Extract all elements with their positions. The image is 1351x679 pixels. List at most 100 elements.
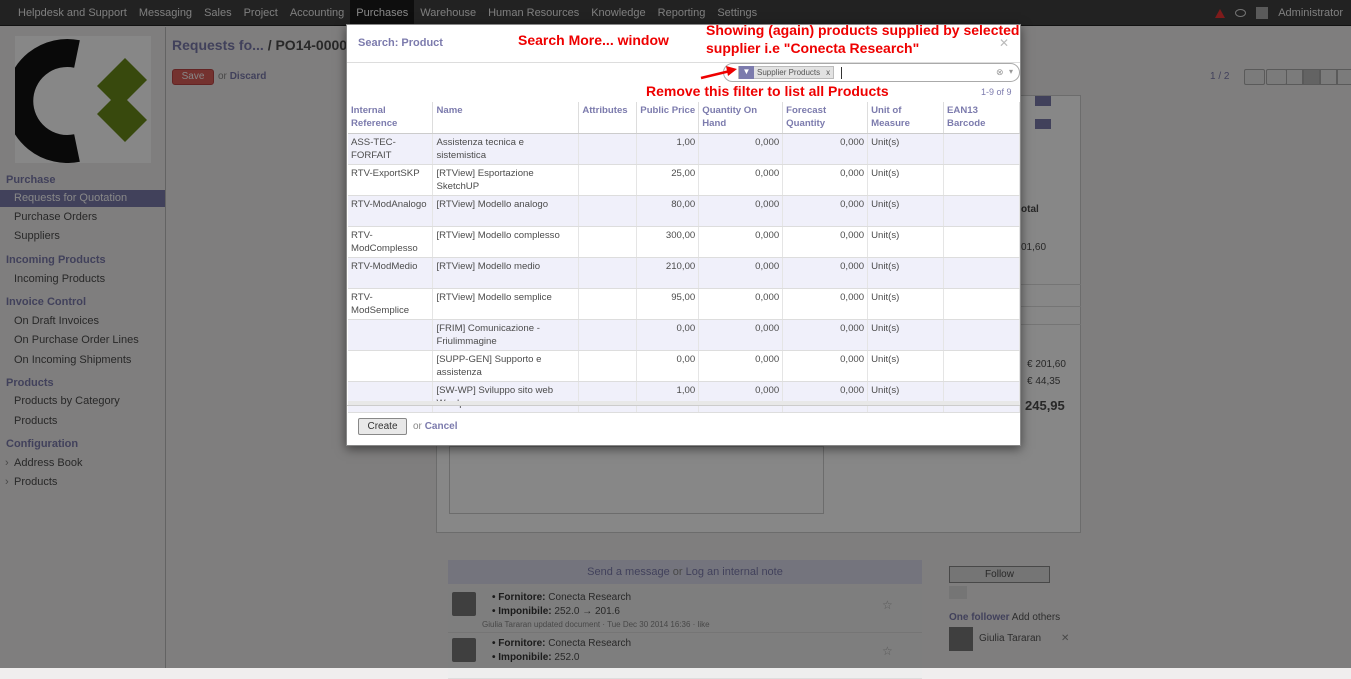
column-header[interactable]: EAN13 Barcode	[943, 102, 1020, 134]
cell-attributes	[578, 288, 638, 320]
table-row[interactable]: [SUPP-GEN] Supporto e assistenza 0,00 0,00…	[348, 350, 1020, 382]
cell-internal-reference	[348, 381, 434, 413]
cell-forecast-quantity: 0,000	[782, 288, 869, 320]
table-row[interactable]: RTV-ModAnalogo [RTView] Modello analogo 80…	[348, 195, 1020, 227]
create-button[interactable]: Create	[358, 418, 407, 435]
table-row[interactable]: RTV-ModSemplice [RTView] Modello semplice…	[348, 288, 1020, 320]
cancel-button[interactable]: Cancel	[425, 421, 458, 432]
search-options-icon[interactable]: ▾	[1009, 67, 1013, 76]
cell-internal-reference: RTV-ModComplesso	[348, 226, 434, 258]
cell-attributes	[578, 226, 638, 258]
table-row[interactable]: ASS-TEC-FORFAIT Assistenza tecnica e sist…	[348, 133, 1020, 165]
cell-quantity-on-hand: 0,000	[698, 350, 784, 382]
table-row[interactable]: RTV-ModComplesso [RTView] Modello comples…	[348, 226, 1020, 258]
cell-forecast-quantity: 0,000	[782, 350, 869, 382]
annotation-arrow-icon	[700, 66, 737, 80]
facet-remove-button[interactable]: x	[823, 68, 833, 77]
cell-internal-reference	[348, 319, 434, 351]
cell-unit-of-measure: Unit(s)	[867, 257, 945, 289]
cell-ean13-barcode	[943, 195, 1020, 227]
cell-public-price: 80,00	[636, 195, 700, 227]
cell-ean13-barcode	[943, 319, 1020, 351]
cell-name: [RTView] Modello semplice	[432, 288, 580, 320]
annotation-showing-line1: Showing (again) products supplied by sel…	[706, 22, 1020, 38]
cell-forecast-quantity: 0,000	[782, 133, 869, 165]
cell-quantity-on-hand: 0,000	[698, 226, 784, 258]
or-label: or	[413, 421, 422, 432]
cell-attributes	[578, 257, 638, 289]
annotation-remove-filter: Remove this filter to list all Products	[646, 83, 889, 99]
cell-public-price: 0,00	[636, 350, 700, 382]
table-header-row: Internal Reference Name Attributes Publi…	[348, 102, 1020, 134]
column-header[interactable]: Public Price	[636, 102, 700, 134]
cell-ean13-barcode	[943, 350, 1020, 382]
cell-unit-of-measure: Unit(s)	[867, 319, 945, 351]
cell-forecast-quantity: 0,000	[782, 226, 869, 258]
cell-ean13-barcode	[943, 133, 1020, 165]
column-header[interactable]: Internal Reference	[348, 102, 434, 134]
cell-name: [FRIM] Comunicazione - Friulimmagine	[432, 319, 580, 351]
annotation-showing-line2: supplier i.e "Conecta Research"	[706, 40, 920, 56]
search-box: ▼ Supplier Products x ⊗ ▾	[723, 63, 1020, 82]
cell-public-price: 95,00	[636, 288, 700, 320]
cell-name: [RTView] Esportazione SketchUP	[432, 164, 580, 196]
cell-public-price: 1,00	[636, 133, 700, 165]
cell-ean13-barcode	[943, 164, 1020, 196]
cell-attributes	[578, 164, 638, 196]
cell-ean13-barcode	[943, 257, 1020, 289]
clear-search-icon[interactable]: ⊗	[996, 67, 1004, 78]
table-row[interactable]: RTV-ExportSKP [RTView] Esportazione Sketc…	[348, 164, 1020, 196]
cell-internal-reference: RTV-ExportSKP	[348, 164, 434, 196]
cell-unit-of-measure: Unit(s)	[867, 350, 945, 382]
cell-attributes	[578, 319, 638, 351]
table-row[interactable]: RTV-ModMedio [RTView] Modello medio 210,00…	[348, 257, 1020, 289]
cell-internal-reference: RTV-ModSemplice	[348, 288, 434, 320]
cell-name: [SUPP-GEN] Supporto e assistenza	[432, 350, 580, 382]
cell-public-price: 210,00	[636, 257, 700, 289]
cell-public-price: 25,00	[636, 164, 700, 196]
search-input[interactable]	[841, 67, 991, 79]
cell-unit-of-measure: Unit(s)	[867, 133, 945, 165]
column-header[interactable]: Unit of Measure	[867, 102, 945, 134]
cell-public-price: 1,00	[636, 381, 700, 413]
cell-internal-reference	[348, 350, 434, 382]
cell-name: Assistenza tecnica e sistemistica	[432, 133, 580, 165]
table-row[interactable]: [FRIM] Comunicazione - Friulimmagine 0,00…	[348, 319, 1020, 351]
cell-unit-of-measure: Unit(s)	[867, 164, 945, 196]
cell-ean13-barcode	[943, 226, 1020, 258]
column-header[interactable]: Name	[432, 102, 580, 134]
cell-name: [SW-WP] Sviluppo sito web Wordpress	[432, 381, 580, 413]
facet-label: Supplier Products	[757, 68, 821, 77]
cell-forecast-quantity: 0,000	[782, 381, 869, 413]
cell-attributes	[578, 350, 638, 382]
filter-icon: ▼	[739, 66, 754, 79]
cell-ean13-barcode	[943, 288, 1020, 320]
column-header[interactable]: Forecast Quantity	[782, 102, 869, 134]
annotation-window: Search More... window	[518, 32, 669, 48]
cell-name: [RTView] Modello analogo	[432, 195, 580, 227]
cell-forecast-quantity: 0,000	[782, 257, 869, 289]
cell-quantity-on-hand: 0,000	[698, 133, 784, 165]
cancel-area: or Cancel	[413, 421, 457, 432]
cell-quantity-on-hand: 0,000	[698, 164, 784, 196]
cell-internal-reference: RTV-ModMedio	[348, 257, 434, 289]
table-row[interactable]: [SW-WP] Sviluppo sito web Wordpress1,000…	[348, 381, 1020, 413]
cell-quantity-on-hand: 0,000	[698, 381, 784, 413]
cell-attributes	[578, 381, 638, 413]
cell-forecast-quantity: 0,000	[782, 164, 869, 196]
column-header[interactable]: Attributes	[578, 102, 638, 134]
cell-internal-reference: RTV-ModAnalogo	[348, 195, 434, 227]
dialog-title: Search: Product	[358, 37, 443, 49]
divider	[347, 405, 1020, 406]
cell-ean13-barcode	[943, 381, 1020, 413]
cell-unit-of-measure: Unit(s)	[867, 195, 945, 227]
search-facet: ▼ Supplier Products x	[738, 66, 835, 79]
cell-forecast-quantity: 0,000	[782, 195, 869, 227]
cell-public-price: 300,00	[636, 226, 700, 258]
cell-unit-of-measure: Unit(s)	[867, 288, 945, 320]
cell-quantity-on-hand: 0,000	[698, 195, 784, 227]
cell-internal-reference: ASS-TEC-FORFAIT	[348, 133, 434, 165]
column-header[interactable]: Quantity On Hand	[698, 102, 784, 134]
cell-quantity-on-hand: 0,000	[698, 257, 784, 289]
cell-quantity-on-hand: 0,000	[698, 288, 784, 320]
